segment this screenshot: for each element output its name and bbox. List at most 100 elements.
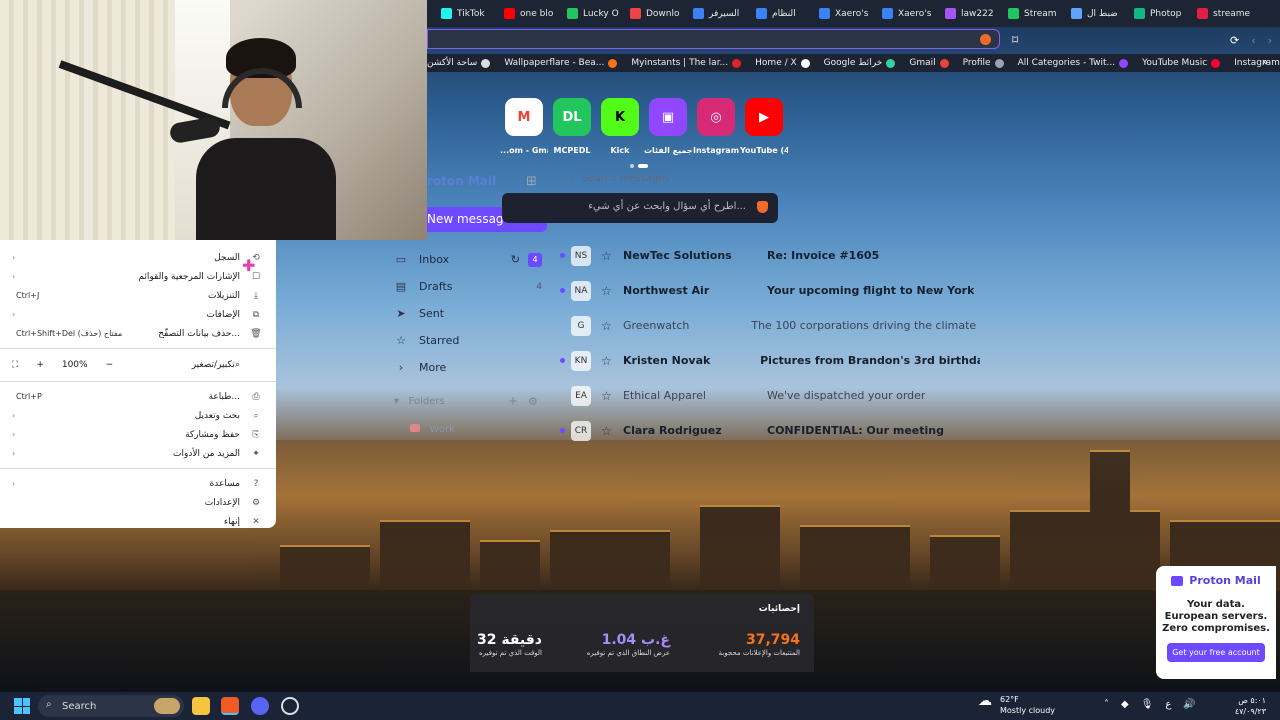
browser-tab[interactable]: النظام	[748, 0, 811, 27]
browser-tab[interactable]: ضبط ال	[1063, 0, 1126, 27]
menu-item[interactable]: Ctrl+Shift+Del (حذف) مفتاح حذف بيانات الت…	[0, 324, 276, 343]
browser-tab[interactable]: Xaero's	[811, 0, 874, 27]
brave-shield-icon[interactable]	[980, 34, 991, 45]
star-icon[interactable]: ☆	[601, 354, 613, 368]
speaker-icon[interactable]: 🔊	[1183, 699, 1195, 710]
sidebar-item-sent[interactable]: ➤ Sent	[384, 300, 560, 327]
speed-dial-label: MCPEDL	[553, 146, 591, 155]
browser-tab[interactable]: streame	[1189, 0, 1252, 27]
microphone-icon[interactable]: 🎙	[1141, 699, 1154, 710]
star-icon[interactable]: ☆	[601, 319, 613, 333]
browser-tab[interactable]: TikTok	[433, 0, 496, 27]
browser-tab[interactable]: Lucky O	[559, 0, 622, 27]
bookmark-item[interactable]: Gmail	[909, 58, 949, 68]
star-icon[interactable]: ☆	[601, 424, 613, 438]
browser-tab[interactable]: one blo	[496, 0, 559, 27]
sidebar-item-more[interactable]: › More	[384, 354, 560, 381]
message-row[interactable]: CR ☆ Clara Rodriguez CONFIDENTIAL: Our meet…	[560, 413, 980, 448]
address-bar[interactable]	[427, 29, 1000, 49]
forward-icon[interactable]: ›	[1268, 34, 1272, 47]
bookmark-item[interactable]: ساحة الأكشن	[427, 58, 491, 68]
bookmark-item[interactable]: YouTube Music	[1142, 58, 1221, 68]
windows-start-icon[interactable]	[14, 698, 30, 714]
chevron-down-icon[interactable]: ▾	[394, 396, 399, 407]
bookmark-item[interactable]: Wallpaperflare - Bea...	[504, 58, 618, 68]
refresh-icon[interactable]: ↻	[511, 253, 520, 266]
bookmark-item[interactable]: Google خرائط	[824, 58, 896, 68]
network-app-icon[interactable]: ◆	[1121, 699, 1129, 710]
bookmark-item[interactable]: Home / X	[755, 58, 810, 68]
menu-item[interactable]: › الإضافات ⧉	[0, 305, 276, 324]
menu-item[interactable]: الإعدادات ⚙	[0, 493, 276, 512]
ai-prompt-bar[interactable]: اطرح أي سؤال وابحث عن أي شيء...	[502, 193, 778, 223]
menu-item[interactable]: › بحث وتعديل ⌕	[0, 406, 276, 425]
bookmark-label: Myinstants | The lar...	[631, 58, 729, 68]
sidebar-item-starred[interactable]: ☆ Starred	[384, 327, 560, 354]
chevron-up-icon[interactable]: ˄	[1104, 699, 1109, 710]
zoom-in-button[interactable]: +	[36, 360, 44, 370]
menu-item[interactable]: › الإشارات المرجعية والقوائم ☐	[0, 267, 276, 286]
windows-taskbar: ⌕ Search ☁ 62°F Mostly cloudy ˄ ◆ 🎙 ع 🔊 …	[0, 692, 1280, 720]
bookmark-item[interactable]: All Categories - Twit...	[1018, 58, 1129, 68]
fullscreen-icon[interactable]: ⛶	[12, 360, 18, 370]
ai-prompt-text: اطرح أي سؤال وابحث عن أي شيء...	[588, 201, 746, 212]
browser-tab[interactable]: Downlo	[622, 0, 685, 27]
browser-tab[interactable]: Photop	[1126, 0, 1189, 27]
sidebar-item-label: Starred	[419, 334, 460, 347]
speed-dial-item[interactable]: ▣ جميع الفئات	[644, 98, 692, 155]
weather-widget[interactable]: ☁ 62°F Mostly cloudy	[978, 694, 1055, 716]
speed-dial-item[interactable]: DL MCPEDL	[548, 98, 596, 155]
back-icon[interactable]: ‹	[1251, 34, 1255, 47]
star-icon[interactable]: ☆	[601, 389, 613, 403]
tab-label: السيرفر	[709, 8, 740, 19]
sidebar-item-drafts[interactable]: ▤ Drafts 4	[384, 273, 560, 300]
bookmark-icon[interactable]: ⌑	[1012, 33, 1018, 47]
sidebar-item-inbox[interactable]: ▭ Inbox ↻ 4	[384, 246, 560, 273]
star-icon[interactable]: ☆	[601, 249, 613, 263]
language-icon[interactable]: ع	[1165, 699, 1171, 710]
bookmarks-overflow-icon[interactable]: »	[1262, 57, 1268, 68]
tab-label: Photop	[1150, 8, 1182, 19]
get-free-account-button[interactable]: Get your free account	[1167, 643, 1265, 662]
message-row[interactable]: EA ☆ Ethical Apparel We've dispatched your …	[560, 378, 980, 413]
add-folder-icon[interactable]: +	[508, 394, 518, 408]
browser-tab[interactable]: law222	[937, 0, 1000, 27]
speed-dial-item[interactable]: ▶ YouTube (46)	[740, 98, 788, 155]
browser-tab[interactable]: السيرفر	[685, 0, 748, 27]
browser-tab[interactable]: Xaero's	[874, 0, 937, 27]
message-row[interactable]: G ☆ Greenwatch The 100 corporations driving…	[560, 308, 980, 343]
message-row[interactable]: NS ☆ NewTec Solutions Re: Invoice #1605	[560, 238, 980, 273]
search-messages-input[interactable]: ⌕ Search messages	[570, 173, 670, 184]
menu-item[interactable]: › حفظ ومشاركة ⎘	[0, 425, 276, 444]
bookmark-item[interactable]: Instagram	[1234, 58, 1280, 68]
folder-work[interactable]: Work	[410, 424, 455, 435]
speed-dial-pager[interactable]	[630, 164, 648, 168]
message-row[interactable]: KN ☆ Kristen Novak Pictures from Brandon's …	[560, 343, 980, 378]
speed-dial-item[interactable]: K Kick	[596, 98, 644, 155]
reload-icon[interactable]: ⟳	[1230, 34, 1239, 47]
bookmark-item[interactable]: Profile	[963, 58, 1004, 68]
stat-item: 32 دقيقة الوقت الذي تم توفيره	[477, 632, 542, 657]
menu-item[interactable]: إنهاء ✕	[0, 512, 276, 531]
menu-item[interactable]: › مساعدة?	[0, 474, 276, 493]
menu-item[interactable]: Ctrl+P طباعة... ⎙	[0, 387, 276, 406]
message-row[interactable]: NA ☆ Northwest Air Your upcoming flight to …	[560, 273, 980, 308]
speed-dial-item[interactable]: M ...om - Gmail	[500, 98, 548, 155]
system-tray-icons[interactable]: ˄ ◆ 🎙 ع 🔊	[1104, 699, 1196, 710]
browser-tab[interactable]: Stream	[1000, 0, 1063, 27]
brave-browser-icon[interactable]	[221, 697, 239, 715]
clock[interactable]: ٥:٠١ ص ٤٧/٠٩/٢٣	[1235, 695, 1266, 717]
menu-item[interactable]: Ctrl+J التنزيلات ⤓	[0, 286, 276, 305]
star-icon[interactable]: ☆	[601, 284, 613, 298]
taskbar-search[interactable]: ⌕ Search	[38, 695, 184, 717]
discord-icon[interactable]	[251, 697, 269, 715]
folder-settings-icon[interactable]: ⚙	[528, 395, 538, 408]
zoom-out-button[interactable]: −	[106, 360, 114, 370]
speed-dial-item[interactable]: ◎ Instagram	[692, 98, 740, 155]
menu-item[interactable]: › السجل ⟲	[0, 248, 276, 267]
file-explorer-icon[interactable]	[192, 697, 210, 715]
app-icon[interactable]	[281, 697, 299, 715]
menu-item[interactable]: › المزيد من الأدوات ✦	[0, 444, 276, 463]
apps-grid-icon[interactable]: ⊞	[526, 174, 537, 189]
bookmark-item[interactable]: Myinstants | The lar...	[631, 58, 742, 68]
